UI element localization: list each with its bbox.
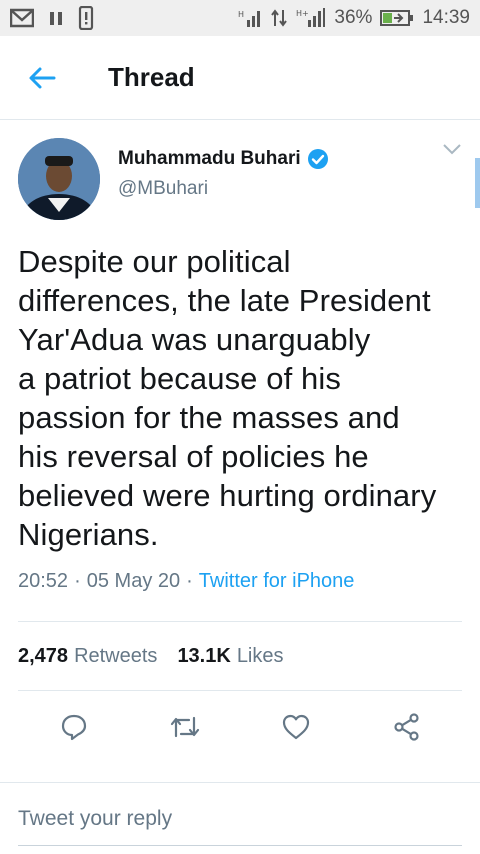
share-icon (393, 713, 419, 741)
tweet-text-line: a patriot because of his (18, 361, 341, 396)
phone-alert-icon (78, 6, 94, 30)
status-bar: H H+ 36% 14:39 (0, 0, 480, 36)
tweet-text-line: Yar'Adua was unarguably (18, 322, 371, 357)
svg-text:H: H (238, 10, 244, 19)
tweet-text-line: believed were hurting ordinary (18, 478, 437, 513)
likes-count[interactable]: 13.1K (177, 645, 230, 668)
like-button[interactable] (240, 713, 351, 741)
app-header: Thread (0, 36, 480, 120)
tweet-text-line: Nigerians. (18, 517, 159, 552)
svg-text:H+: H+ (296, 9, 309, 18)
likes-label[interactable]: Likes (237, 645, 284, 668)
clock: 14:39 (422, 7, 470, 28)
tweet-text-line: his reversal of policies he (18, 439, 369, 474)
tweet-text-line: passion for the masses and (18, 400, 400, 435)
tweet-text: Despite our political differences, the l… (18, 242, 466, 554)
meta-separator: · (186, 570, 193, 592)
tweet-source-link[interactable]: Twitter for iPhone (199, 570, 355, 593)
pause-icon (48, 9, 64, 27)
meta-separator: · (74, 570, 81, 592)
tweet-date: 05 May 20 (86, 570, 181, 592)
battery-charging-icon (380, 9, 414, 27)
avatar-portrait-icon (18, 138, 100, 220)
author-handle[interactable]: @MBuhari (118, 178, 329, 200)
chevron-down-icon (443, 144, 461, 155)
signal-icon: H (238, 8, 262, 28)
more-options-button[interactable] (442, 142, 462, 160)
avatar[interactable] (18, 138, 100, 220)
tweet-actions (0, 691, 480, 763)
author-name[interactable]: Muhammadu Buhari (118, 148, 301, 170)
comment-icon (61, 714, 86, 741)
arrow-left-icon (29, 67, 56, 88)
gmail-icon (10, 8, 34, 28)
data-transfer-icon (270, 8, 288, 28)
reply-bar: Tweet your reply (0, 782, 480, 854)
retweet-icon (170, 716, 199, 738)
back-button[interactable] (22, 58, 62, 98)
heart-icon (282, 714, 309, 740)
tweet: Muhammadu Buhari @MBuhari Despite our po… (0, 120, 480, 593)
retweet-button[interactable] (129, 714, 240, 740)
tweet-meta: 20:52 · 05 May 20 · Twitter for iPhone (18, 570, 462, 593)
signal-2-icon: H+ (296, 8, 326, 28)
tweet-time: 20:52 (18, 570, 69, 592)
tweet-text-line: differences, the late President (18, 283, 431, 318)
reply-button[interactable] (18, 713, 129, 741)
reply-input[interactable]: Tweet your reply (18, 807, 462, 831)
tweet-stats: 2,478 Retweets 13.1K Likes (0, 622, 480, 690)
retweets-count[interactable]: 2,478 (18, 645, 68, 668)
battery-percent: 36% (334, 7, 373, 28)
share-button[interactable] (351, 712, 462, 742)
verified-badge-icon (307, 148, 329, 170)
page-title: Thread (108, 62, 195, 92)
reply-underline (18, 845, 462, 846)
scrollbar[interactable] (475, 158, 480, 208)
tweet-text-line: Despite our political (18, 244, 291, 279)
retweets-label[interactable]: Retweets (74, 645, 157, 668)
